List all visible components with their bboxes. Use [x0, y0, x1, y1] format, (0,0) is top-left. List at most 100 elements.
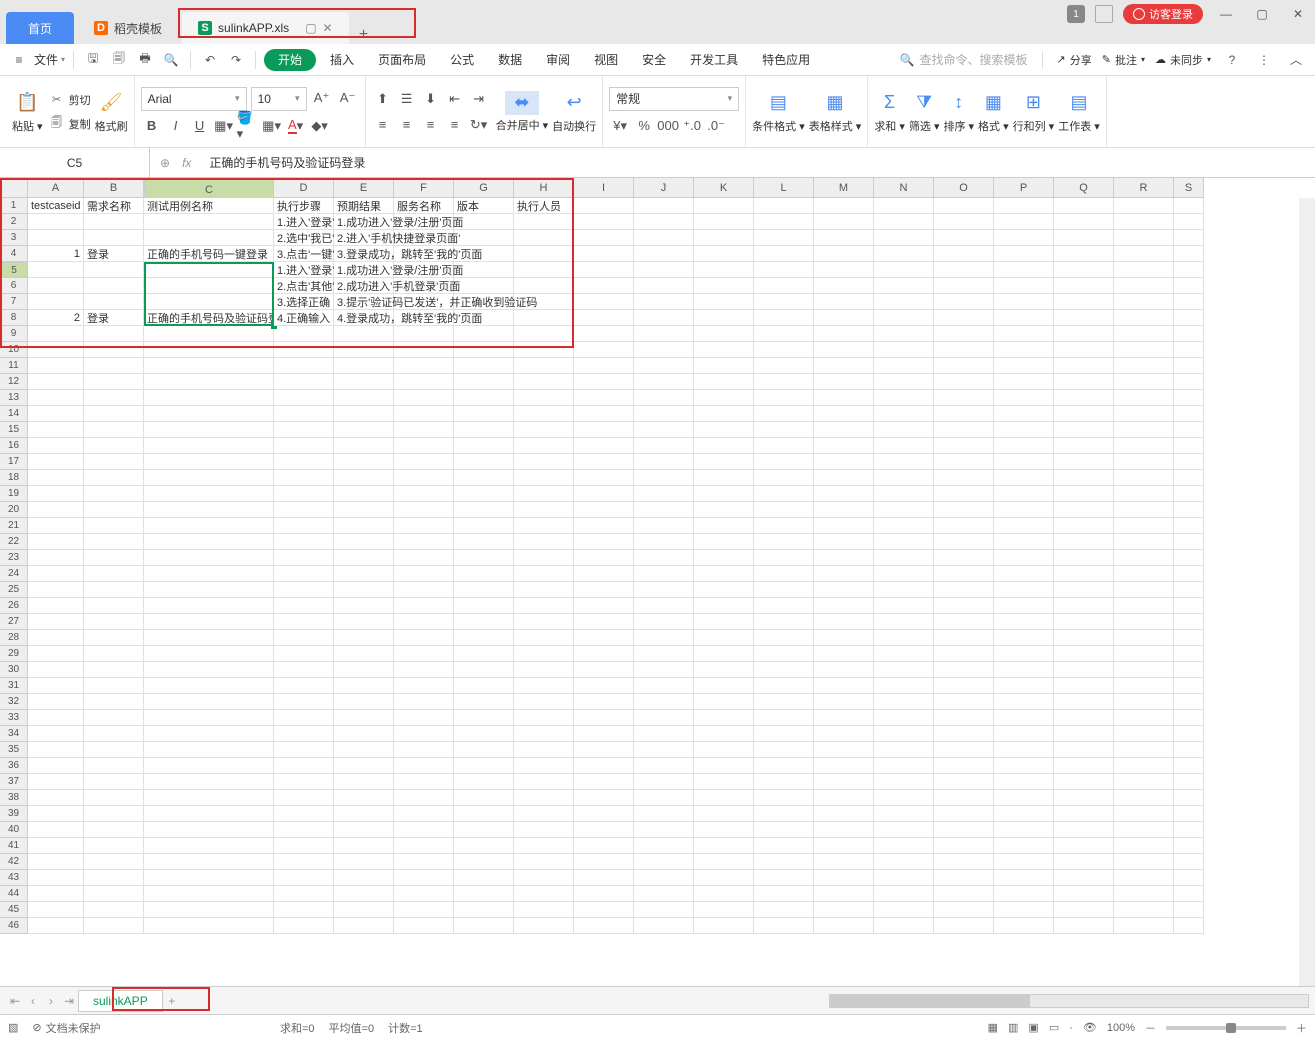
cell[interactable]	[754, 342, 814, 358]
cell[interactable]	[514, 534, 574, 550]
cell[interactable]	[694, 822, 754, 838]
cell[interactable]	[814, 854, 874, 870]
cell[interactable]	[274, 470, 334, 486]
cell[interactable]	[454, 886, 514, 902]
cell[interactable]	[1114, 550, 1174, 566]
cell[interactable]	[84, 774, 144, 790]
cell[interactable]	[574, 886, 634, 902]
cell[interactable]	[1114, 854, 1174, 870]
cell[interactable]	[454, 630, 514, 646]
cell[interactable]	[1114, 774, 1174, 790]
cell[interactable]	[874, 422, 934, 438]
cell[interactable]	[28, 358, 84, 374]
cell[interactable]	[934, 518, 994, 534]
cell[interactable]	[1054, 614, 1114, 630]
cell[interactable]	[574, 214, 634, 230]
cell[interactable]	[634, 550, 694, 566]
cell[interactable]	[814, 790, 874, 806]
cell[interactable]	[634, 886, 694, 902]
cell[interactable]	[454, 918, 514, 934]
cell[interactable]	[84, 886, 144, 902]
cell[interactable]	[634, 486, 694, 502]
cell[interactable]	[394, 326, 454, 342]
cell[interactable]	[144, 390, 274, 406]
cell[interactable]	[84, 358, 144, 374]
cell[interactable]	[514, 678, 574, 694]
cell[interactable]	[634, 646, 694, 662]
row-header-5[interactable]: 5	[0, 262, 28, 278]
cell[interactable]	[874, 438, 934, 454]
zoom-value[interactable]: 100%	[1107, 1022, 1135, 1034]
cell[interactable]	[1174, 918, 1204, 934]
cell[interactable]	[574, 838, 634, 854]
cell[interactable]	[1054, 230, 1114, 246]
cell[interactable]	[934, 902, 994, 918]
sync-button[interactable]: ☁未同步▾	[1155, 49, 1211, 71]
cell[interactable]	[574, 406, 634, 422]
cell[interactable]	[874, 806, 934, 822]
cell[interactable]	[84, 374, 144, 390]
cell[interactable]	[454, 710, 514, 726]
cell[interactable]	[1054, 310, 1114, 326]
cell[interactable]	[28, 294, 84, 310]
cell[interactable]	[814, 294, 874, 310]
cell[interactable]	[994, 374, 1054, 390]
cell[interactable]	[144, 582, 274, 598]
cell[interactable]	[454, 422, 514, 438]
cell[interactable]	[1174, 550, 1204, 566]
cell[interactable]	[574, 534, 634, 550]
cell[interactable]	[754, 790, 814, 806]
layout-icon[interactable]: ▧	[8, 1021, 18, 1034]
cell[interactable]	[1114, 870, 1174, 886]
cell[interactable]	[394, 518, 454, 534]
cell[interactable]	[1174, 870, 1204, 886]
cell[interactable]	[934, 454, 994, 470]
cell[interactable]	[454, 902, 514, 918]
cell[interactable]	[994, 806, 1054, 822]
cell[interactable]	[994, 646, 1054, 662]
cell[interactable]: 登录	[84, 246, 144, 262]
cell[interactable]	[334, 518, 394, 534]
cell[interactable]	[1114, 710, 1174, 726]
cell[interactable]	[144, 422, 274, 438]
cell[interactable]	[574, 518, 634, 534]
row-header-43[interactable]: 43	[0, 870, 28, 886]
cell[interactable]	[514, 630, 574, 646]
cell[interactable]	[1114, 614, 1174, 630]
cell[interactable]	[28, 534, 84, 550]
view-break-icon[interactable]: ▣	[1028, 1021, 1038, 1034]
cell[interactable]	[994, 614, 1054, 630]
cell[interactable]	[994, 326, 1054, 342]
cell[interactable]	[1054, 422, 1114, 438]
cell[interactable]	[754, 822, 814, 838]
cell[interactable]	[1174, 294, 1204, 310]
cell[interactable]	[394, 774, 454, 790]
cell[interactable]	[934, 502, 994, 518]
cell[interactable]	[634, 678, 694, 694]
cell[interactable]	[84, 502, 144, 518]
cell[interactable]	[28, 742, 84, 758]
cell[interactable]	[634, 630, 694, 646]
cell[interactable]	[1174, 310, 1204, 326]
cell[interactable]	[1114, 630, 1174, 646]
sort-button[interactable]: ↕排序 ▾	[943, 76, 974, 147]
cell[interactable]	[934, 550, 994, 566]
cell[interactable]	[334, 902, 394, 918]
cell[interactable]	[874, 822, 934, 838]
cell[interactable]	[28, 790, 84, 806]
cell[interactable]	[514, 406, 574, 422]
cell[interactable]	[454, 822, 514, 838]
cell[interactable]	[814, 774, 874, 790]
cell[interactable]	[394, 598, 454, 614]
cell[interactable]	[634, 342, 694, 358]
cell[interactable]	[84, 646, 144, 662]
cell[interactable]	[1174, 646, 1204, 662]
cell[interactable]: 2.选中'我已'	[274, 230, 334, 246]
cell[interactable]	[454, 406, 514, 422]
ribbon-tab-start[interactable]: 开始	[264, 49, 316, 71]
cell[interactable]	[1054, 902, 1114, 918]
cell[interactable]	[754, 854, 814, 870]
cell[interactable]: 3.点击'一键'	[274, 246, 334, 262]
cell[interactable]	[144, 662, 274, 678]
cell[interactable]	[694, 854, 754, 870]
